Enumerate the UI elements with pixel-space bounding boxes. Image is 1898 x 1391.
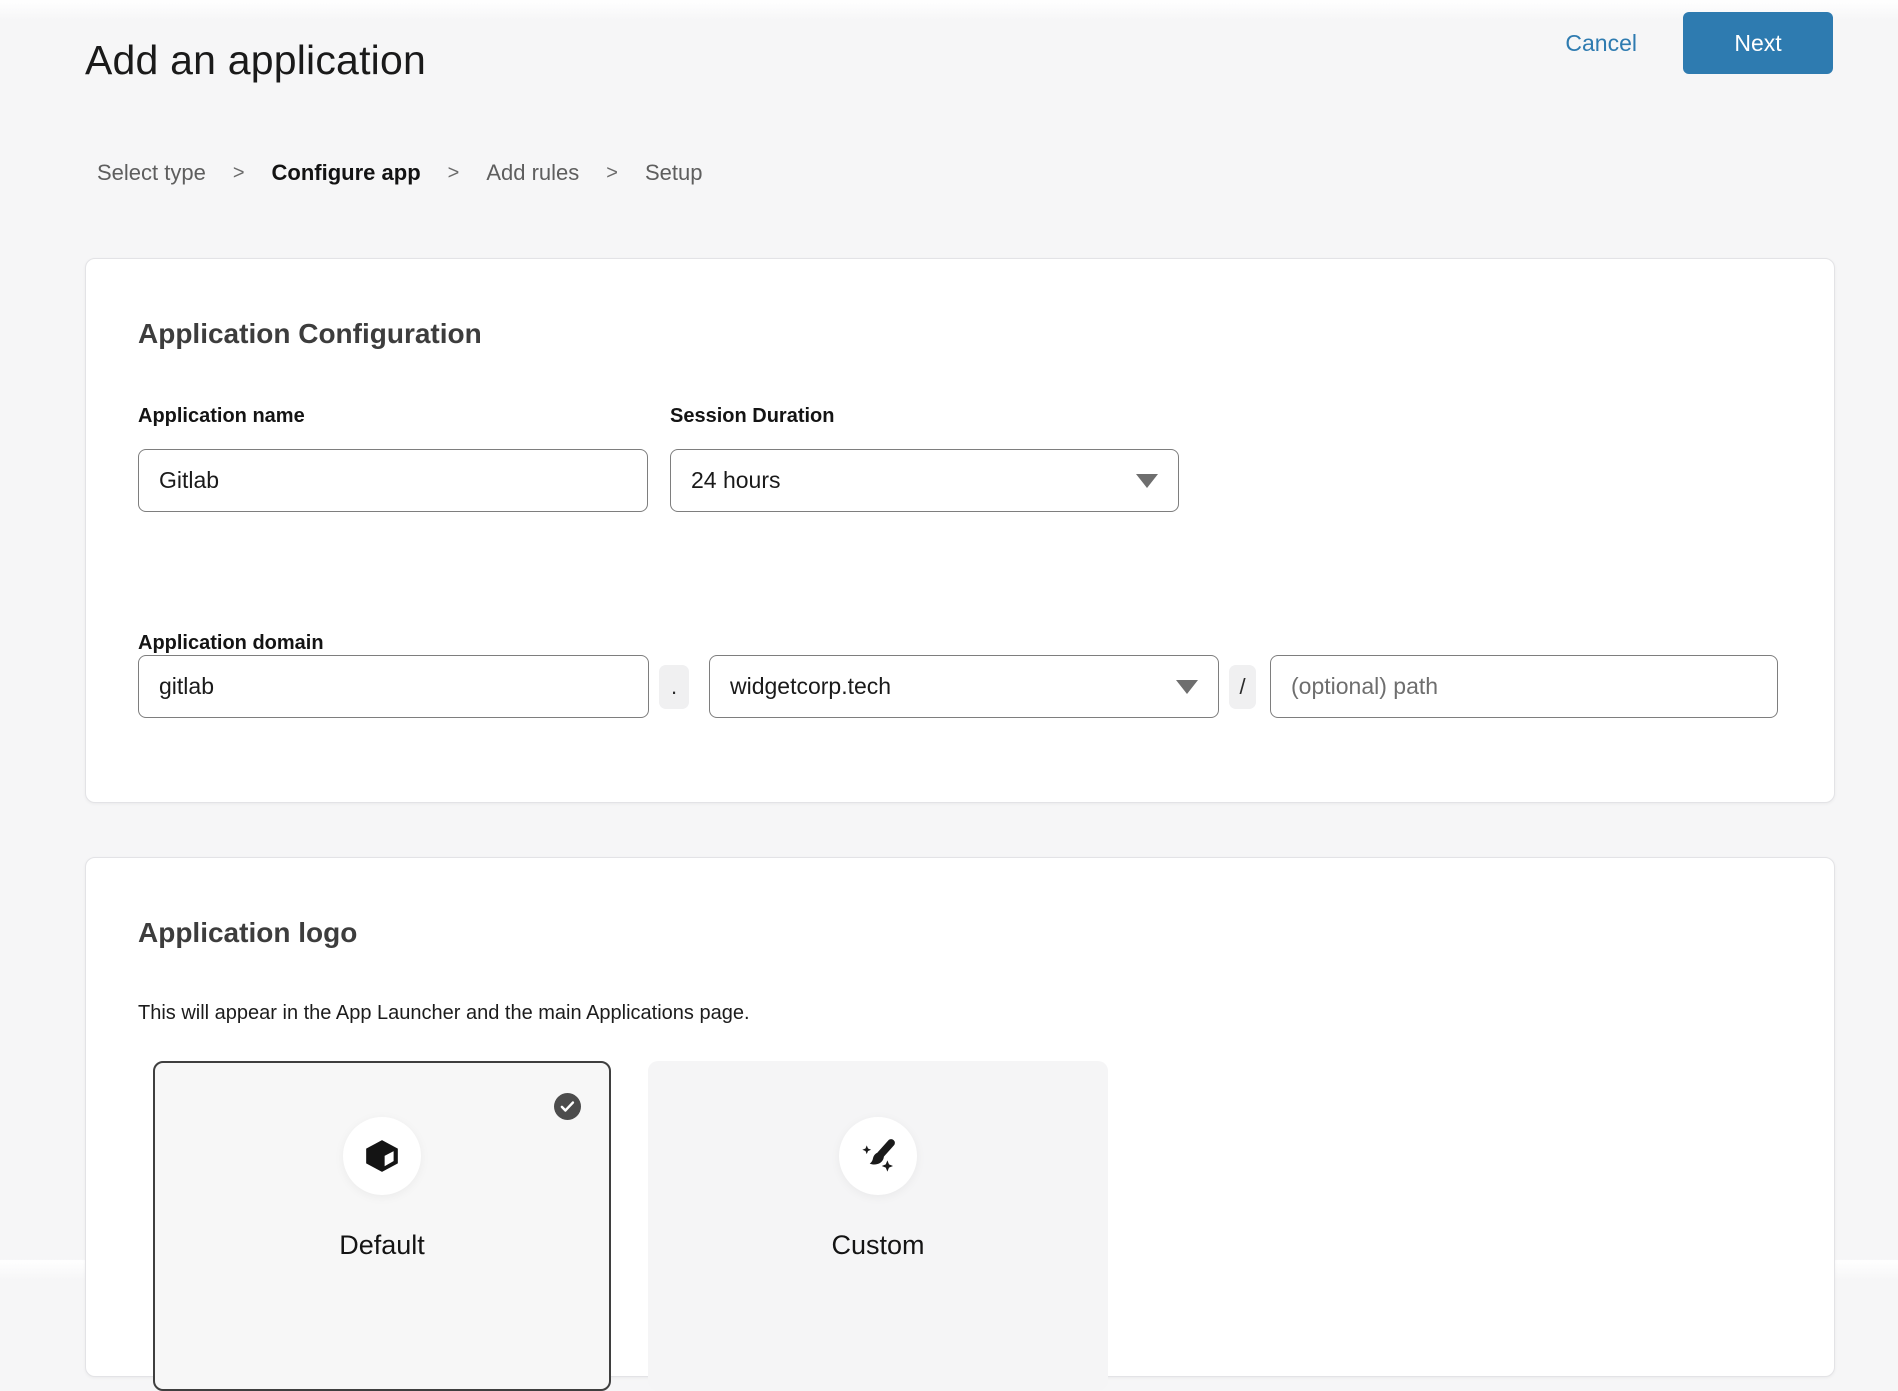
logo-card-description: This will appear in the App Launcher and…: [138, 1001, 1834, 1025]
cube-icon: [343, 1117, 421, 1195]
breadcrumb-separator: >: [606, 162, 618, 185]
logo-option-label: Default: [339, 1230, 425, 1261]
application-name-field-group: Application name: [138, 404, 648, 512]
next-button[interactable]: Next: [1683, 12, 1833, 74]
session-duration-field-group: Session Duration 24 hours: [670, 404, 1179, 512]
config-card-heading: Application Configuration: [138, 317, 1834, 351]
application-logo-card: Application logo This will appear in the…: [85, 857, 1835, 1377]
application-name-input[interactable]: [138, 449, 648, 512]
path-input[interactable]: [1270, 655, 1778, 718]
header-actions: Cancel Next: [1565, 12, 1833, 74]
breadcrumb-step-configure-app[interactable]: Configure app: [272, 160, 421, 186]
cancel-button[interactable]: Cancel: [1565, 30, 1637, 57]
application-domain-label: Application domain: [138, 631, 1834, 655]
application-name-label: Application name: [138, 404, 648, 428]
chevron-down-icon: [1176, 680, 1198, 694]
page-title: Add an application: [85, 37, 426, 84]
chevron-down-icon: [1136, 474, 1158, 488]
breadcrumb-step-add-rules[interactable]: Add rules: [486, 160, 579, 186]
breadcrumb-separator: >: [448, 162, 460, 185]
application-configuration-card: Application Configuration Application na…: [85, 258, 1835, 803]
logo-card-heading: Application logo: [138, 916, 1834, 950]
paintbrush-icon: [839, 1117, 917, 1195]
breadcrumb-separator: >: [233, 162, 245, 185]
application-domain-row: . widgetcorp.tech /: [138, 655, 1834, 718]
logo-options: Default Custom: [153, 1061, 1834, 1391]
breadcrumb-step-select-type[interactable]: Select type: [97, 160, 206, 186]
breadcrumb: Select type > Configure app > Add rules …: [97, 160, 702, 186]
logo-option-label: Custom: [831, 1230, 924, 1261]
session-duration-select[interactable]: 24 hours: [670, 449, 1179, 512]
domain-select-value: widgetcorp.tech: [730, 673, 891, 700]
slash-separator: /: [1229, 665, 1256, 709]
dot-separator: .: [659, 665, 689, 709]
logo-option-custom[interactable]: Custom: [648, 1061, 1108, 1391]
check-icon: [554, 1093, 581, 1120]
session-duration-label: Session Duration: [670, 404, 1179, 428]
logo-option-default[interactable]: Default: [153, 1061, 611, 1391]
session-duration-value: 24 hours: [691, 467, 781, 494]
domain-select[interactable]: widgetcorp.tech: [709, 655, 1219, 718]
subdomain-input[interactable]: [138, 655, 649, 718]
breadcrumb-step-setup[interactable]: Setup: [645, 160, 703, 186]
